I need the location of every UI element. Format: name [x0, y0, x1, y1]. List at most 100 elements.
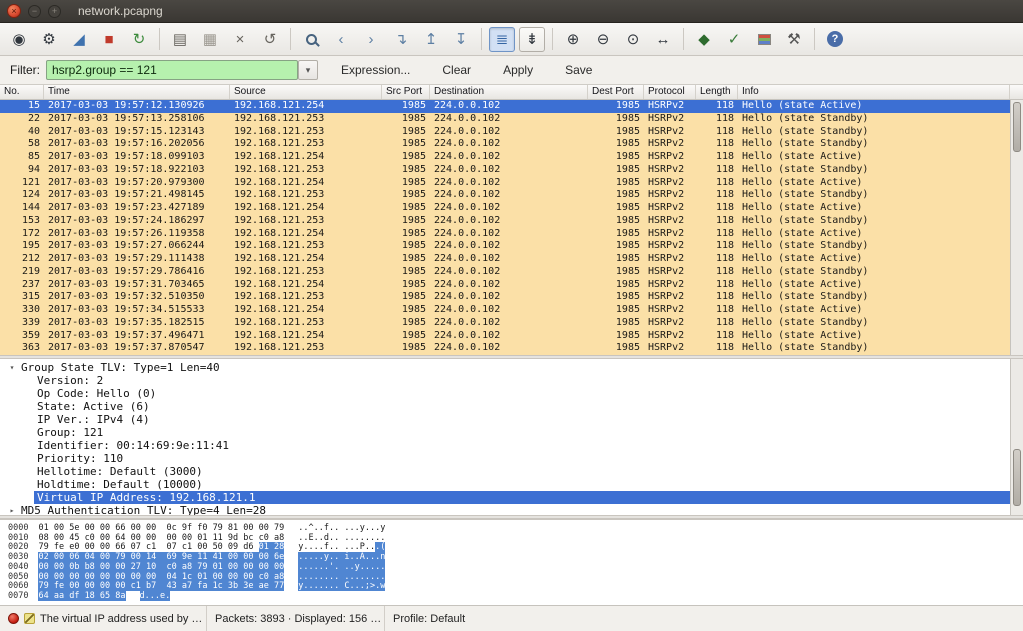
go-forward-button[interactable]: ›: [358, 27, 384, 52]
column-header-time[interactable]: Time: [44, 85, 230, 99]
column-header-length[interactable]: Length: [696, 85, 738, 99]
go-to-packet-icon: ↴: [395, 32, 408, 47]
capture-filters-button[interactable]: ◆: [691, 27, 717, 52]
packet-cell-time: 2017-03-03 19:57:18.922103: [44, 164, 230, 177]
capture-start-button[interactable]: ◢: [66, 27, 92, 52]
filter-dropdown-button[interactable]: ▾: [298, 60, 318, 80]
detail-row[interactable]: IP Ver.: IPv4 (4): [0, 413, 1010, 426]
go-to-packet-button[interactable]: ↴: [388, 27, 414, 52]
zoom-in-button[interactable]: ⊕: [560, 27, 586, 52]
packet-cell-time: 2017-03-03 19:57:35.182515: [44, 317, 230, 330]
hex-byte: bc: [243, 533, 258, 543]
hex-byte: df: [69, 591, 84, 601]
capture-options-button[interactable]: ⚙: [36, 27, 62, 52]
clear-button[interactable]: Clear: [433, 59, 480, 81]
interface-list-button[interactable]: ◉: [6, 27, 32, 52]
packet-row[interactable]: 3592017-03-03 19:57:37.496471192.168.121…: [0, 330, 1010, 343]
find-packet-button[interactable]: [298, 27, 324, 52]
scrollbar-thumb[interactable]: [1013, 102, 1021, 152]
expert-info-icon[interactable]: [8, 613, 19, 624]
capture-stop-button[interactable]: ■: [96, 27, 122, 52]
detail-row[interactable]: Holdtime: Default (10000): [0, 478, 1010, 491]
file-close-button[interactable]: ×: [227, 27, 253, 52]
go-first-packet-button[interactable]: ↥: [418, 27, 444, 52]
zoom-normal-button[interactable]: ⊙: [620, 27, 646, 52]
column-header-protocol[interactable]: Protocol: [644, 85, 696, 99]
scrollbar-thumb[interactable]: [1013, 449, 1021, 505]
details-scrollbar[interactable]: [1010, 359, 1023, 515]
detail-row[interactable]: Version: 2: [0, 374, 1010, 387]
detail-row[interactable]: Group: 121: [0, 426, 1010, 439]
packet-row[interactable]: 1952017-03-03 19:57:27.066244192.168.121…: [0, 240, 1010, 253]
expression-button[interactable]: Expression...: [332, 59, 419, 81]
coloring-rules-button[interactable]: [751, 27, 777, 52]
column-header-dest-port[interactable]: Dest Port: [588, 85, 644, 99]
hex-byte: 09: [228, 542, 243, 552]
packet-row[interactable]: 3632017-03-03 19:57:37.870547192.168.121…: [0, 342, 1010, 355]
colorize-packets-button[interactable]: ≣: [489, 27, 515, 52]
file-save-as-button[interactable]: ▦: [197, 27, 223, 52]
detail-row[interactable]: Virtual IP Address: 192.168.121.1: [0, 491, 1010, 504]
minimize-button[interactable]: −: [28, 5, 41, 18]
help-button[interactable]: ?: [822, 27, 848, 52]
hex-row[interactable]: 007064 aa df 18 65 8ad...e.: [8, 592, 1023, 602]
packet-row[interactable]: 222017-03-03 19:57:13.258106192.168.121.…: [0, 113, 1010, 126]
file-open-button[interactable]: ▤: [167, 27, 193, 52]
auto-scroll-button[interactable]: ⇟: [519, 27, 545, 52]
zoom-out-button[interactable]: ⊖: [590, 27, 616, 52]
detail-row[interactable]: State: Active (6): [0, 400, 1010, 413]
packet-row[interactable]: 1242017-03-03 19:57:21.498145192.168.121…: [0, 189, 1010, 202]
reload-button[interactable]: ↺: [257, 27, 283, 52]
packet-cell-length: 118: [696, 126, 738, 139]
detail-row[interactable]: Hellotime: Default (3000): [0, 465, 1010, 478]
packet-list-scrollbar[interactable]: [1010, 100, 1023, 355]
filter-label-button[interactable]: Filter:: [8, 60, 46, 80]
detail-row[interactable]: Identifier: 00:14:69:9e:11:41: [0, 439, 1010, 452]
packet-row[interactable]: 2122017-03-03 19:57:29.111438192.168.121…: [0, 253, 1010, 266]
packet-row[interactable]: 3302017-03-03 19:57:34.515533192.168.121…: [0, 304, 1010, 317]
packet-row[interactable]: 942017-03-03 19:57:18.922103192.168.121.…: [0, 164, 1010, 177]
packet-row[interactable]: 3392017-03-03 19:57:35.182515192.168.121…: [0, 317, 1010, 330]
collapse-icon[interactable]: ▾: [6, 363, 18, 372]
hex-ascii-char: .: [350, 581, 355, 591]
packet-cell-time: 2017-03-03 19:57:34.515533: [44, 304, 230, 317]
save-button[interactable]: Save: [556, 59, 601, 81]
packet-row[interactable]: 852017-03-03 19:57:18.099103192.168.121.…: [0, 151, 1010, 164]
resize-columns-button[interactable]: ↔: [650, 27, 676, 52]
column-header-source[interactable]: Source: [230, 85, 382, 99]
packet-cell-info: Hello (state Standby): [738, 189, 1010, 202]
detail-row[interactable]: ▾Group State TLV: Type=1 Len=40: [0, 361, 1010, 374]
hex-byte: a7: [182, 581, 197, 591]
hex-ascii-char: .: [380, 562, 385, 572]
capture-restart-button[interactable]: ↻: [126, 27, 152, 52]
packet-row[interactable]: 152017-03-03 19:57:12.130926192.168.121.…: [0, 100, 1010, 113]
packet-row[interactable]: 1442017-03-03 19:57:23.427189192.168.121…: [0, 202, 1010, 215]
packet-row[interactable]: 1212017-03-03 19:57:20.979300192.168.121…: [0, 177, 1010, 190]
go-last-packet-button[interactable]: ↧: [448, 27, 474, 52]
packet-row[interactable]: 2192017-03-03 19:57:29.786416192.168.121…: [0, 266, 1010, 279]
column-header-no[interactable]: No.: [0, 85, 44, 99]
display-filters-button[interactable]: ✓: [721, 27, 747, 52]
detail-row[interactable]: ▸MD5 Authentication TLV: Type=4 Len=28: [0, 504, 1010, 515]
column-header-src-port[interactable]: Src Port: [382, 85, 430, 99]
detail-row[interactable]: Op Code: Hello (0): [0, 387, 1010, 400]
packet-row[interactable]: 582017-03-03 19:57:16.202056192.168.121.…: [0, 138, 1010, 151]
maximize-button[interactable]: +: [48, 5, 61, 18]
preferences-button[interactable]: ⚒: [781, 27, 807, 52]
packet-row[interactable]: 1722017-03-03 19:57:26.119358192.168.121…: [0, 228, 1010, 241]
column-header-info[interactable]: Info: [738, 85, 1010, 99]
filter-input[interactable]: [46, 60, 298, 80]
packet-row[interactable]: 3152017-03-03 19:57:32.510350192.168.121…: [0, 291, 1010, 304]
packet-row[interactable]: 1532017-03-03 19:57:24.186297192.168.121…: [0, 215, 1010, 228]
apply-button[interactable]: Apply: [494, 59, 542, 81]
packet-row[interactable]: 402017-03-03 19:57:15.123143192.168.121.…: [0, 126, 1010, 139]
packet-row[interactable]: 2372017-03-03 19:57:31.703465192.168.121…: [0, 279, 1010, 292]
expand-icon[interactable]: ▸: [6, 506, 18, 515]
detail-text: Group State TLV: Type=1 Len=40: [18, 361, 223, 374]
detail-row[interactable]: Priority: 110: [0, 452, 1010, 465]
packet-cell-protocol: HSRPv2: [644, 177, 696, 190]
go-back-button[interactable]: ‹: [328, 27, 354, 52]
close-button[interactable]: ×: [7, 4, 21, 18]
capture-comment-icon[interactable]: [24, 613, 35, 624]
column-header-destination[interactable]: Destination: [430, 85, 588, 99]
